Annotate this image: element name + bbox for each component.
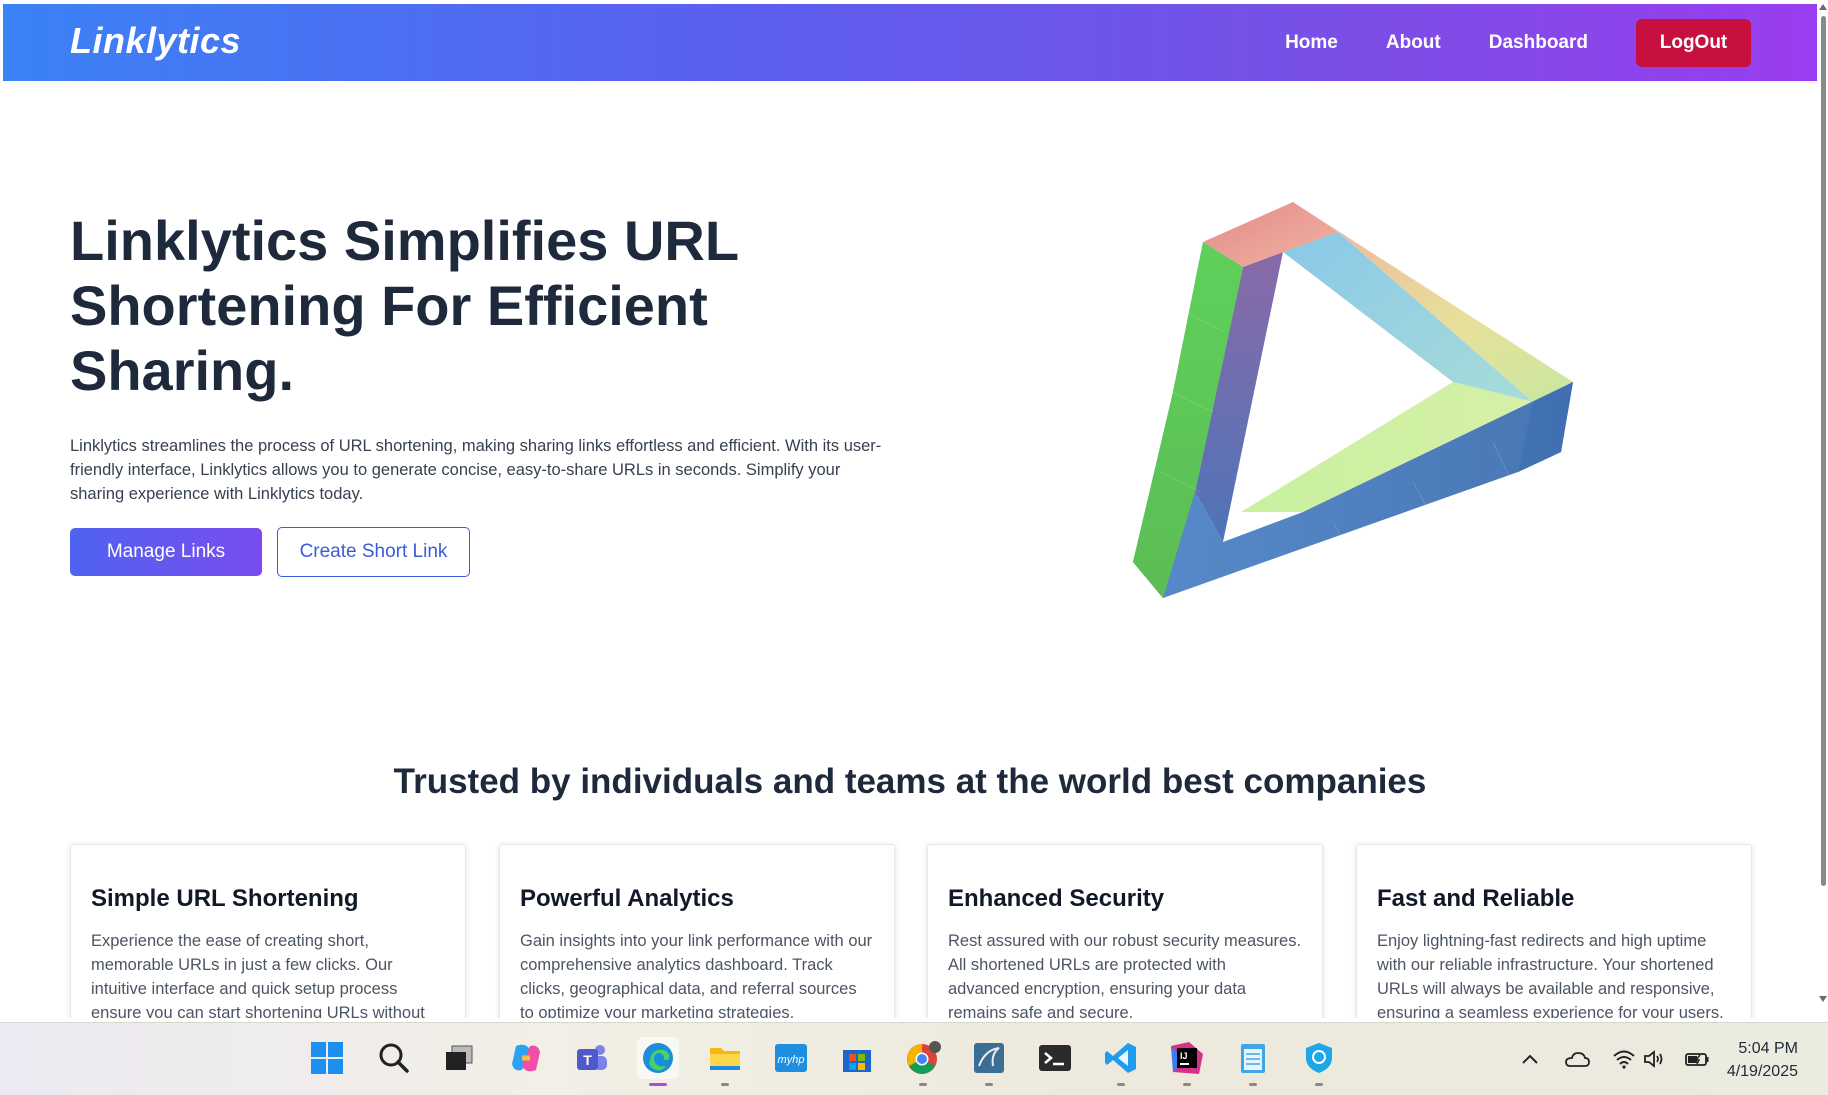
- hero-title: Linklytics Simplifies URL Shortening For…: [70, 209, 739, 402]
- feature-card-reliable: Fast and Reliable Enjoy lightning-fast r…: [1356, 844, 1752, 1018]
- brand-logo[interactable]: Linklytics: [70, 20, 241, 62]
- terminal-icon[interactable]: [1034, 1037, 1076, 1079]
- running-indicator: [1249, 1083, 1257, 1086]
- scroll-thumb[interactable]: [1821, 16, 1826, 886]
- feature-title: Simple URL Shortening: [91, 885, 359, 912]
- navbar: Linklytics Home About Dashboard LogOut: [3, 4, 1817, 81]
- wifi-icon[interactable]: [1611, 1047, 1637, 1071]
- mysql-workbench-icon[interactable]: [968, 1037, 1010, 1086]
- running-indicator: [1117, 1083, 1125, 1086]
- feature-title: Enhanced Security: [948, 885, 1165, 912]
- feature-card-security: Enhanced Security Rest assured with our …: [927, 844, 1323, 1018]
- system-clock[interactable]: 5:04 PM 4/19/2025: [1727, 1037, 1798, 1083]
- hero-description: Linklytics streamlines the process of UR…: [70, 437, 882, 503]
- manage-links-button[interactable]: Manage Links: [70, 528, 262, 576]
- feature-text: Enjoy lightning-fast redirects and high …: [1377, 932, 1724, 1018]
- microsoft-store-icon[interactable]: [836, 1037, 878, 1079]
- copilot-icon[interactable]: [505, 1037, 547, 1079]
- create-short-link-button[interactable]: Create Short Link: [277, 527, 470, 577]
- running-indicator: [1183, 1083, 1191, 1086]
- myhp-label: myhp: [778, 1054, 805, 1066]
- nav-link-home[interactable]: Home: [1285, 32, 1338, 54]
- intellij-icon[interactable]: IJ: [1166, 1037, 1208, 1086]
- teams-icon[interactable]: T: [571, 1037, 613, 1079]
- page-scrollbar[interactable]: [1818, 0, 1828, 1022]
- scroll-down-arrow-icon[interactable]: [1819, 996, 1827, 1002]
- onedrive-cloud-icon[interactable]: [1564, 1047, 1590, 1071]
- windows-taskbar: T myhp IJ 5:04 PM 4/19/2025: [0, 1022, 1828, 1095]
- volume-icon[interactable]: [1641, 1047, 1667, 1071]
- impossible-triangle-illustration: [1133, 202, 1573, 598]
- feature-card-simple-url: Simple URL Shortening Experience the eas…: [70, 844, 466, 1018]
- trusted-heading: Trusted by individuals and teams at the …: [393, 762, 1427, 801]
- feature-card-analytics: Powerful Analytics Gain insights into yo…: [499, 844, 895, 1018]
- running-indicator: [721, 1083, 729, 1086]
- battery-charging-icon[interactable]: [1684, 1047, 1710, 1071]
- features-section: Simple URL Shortening Experience the eas…: [70, 844, 1753, 1018]
- search-icon[interactable]: [373, 1037, 415, 1079]
- running-indicator: [985, 1083, 993, 1086]
- windows-start-icon[interactable]: [306, 1037, 348, 1079]
- nav-link-about[interactable]: About: [1386, 32, 1441, 54]
- notepad-icon[interactable]: [1232, 1037, 1274, 1086]
- file-explorer-icon[interactable]: [704, 1037, 746, 1086]
- browser-viewport: Linklytics Home About Dashboard LogOut L…: [0, 0, 1828, 1022]
- svg-text:T: T: [583, 1052, 592, 1068]
- myhp-icon[interactable]: myhp: [770, 1037, 812, 1079]
- scroll-up-arrow-icon[interactable]: [1819, 4, 1827, 10]
- running-indicator: [919, 1083, 927, 1086]
- clock-date: 4/19/2025: [1726, 1063, 1798, 1080]
- logout-button[interactable]: LogOut: [1636, 18, 1751, 67]
- page: Linklytics Home About Dashboard LogOut L…: [3, 4, 1817, 1018]
- chevron-up-icon[interactable]: [1517, 1047, 1543, 1071]
- intellij-label: IJ: [1180, 1051, 1188, 1061]
- vscode-icon[interactable]: [1100, 1037, 1142, 1086]
- nav-link-dashboard[interactable]: Dashboard: [1489, 32, 1588, 54]
- task-view-icon[interactable]: [438, 1037, 480, 1079]
- edge-icon[interactable]: [637, 1037, 679, 1086]
- clock-time: 5:04 PM: [1738, 1040, 1798, 1057]
- active-indicator: [649, 1083, 667, 1086]
- feature-title: Powerful Analytics: [520, 885, 734, 912]
- feature-text: Gain insights into your link performance…: [520, 932, 873, 1018]
- feature-text: Experience the ease of creating short, m…: [91, 932, 425, 1018]
- chrome-icon[interactable]: [902, 1037, 944, 1086]
- feature-title: Fast and Reliable: [1377, 885, 1575, 912]
- nav-links: Home About Dashboard LogOut: [1285, 4, 1817, 81]
- vpn-shield-icon[interactable]: [1298, 1037, 1340, 1086]
- running-indicator: [1315, 1083, 1323, 1086]
- feature-text: Rest assured with our robust security me…: [948, 932, 1302, 1018]
